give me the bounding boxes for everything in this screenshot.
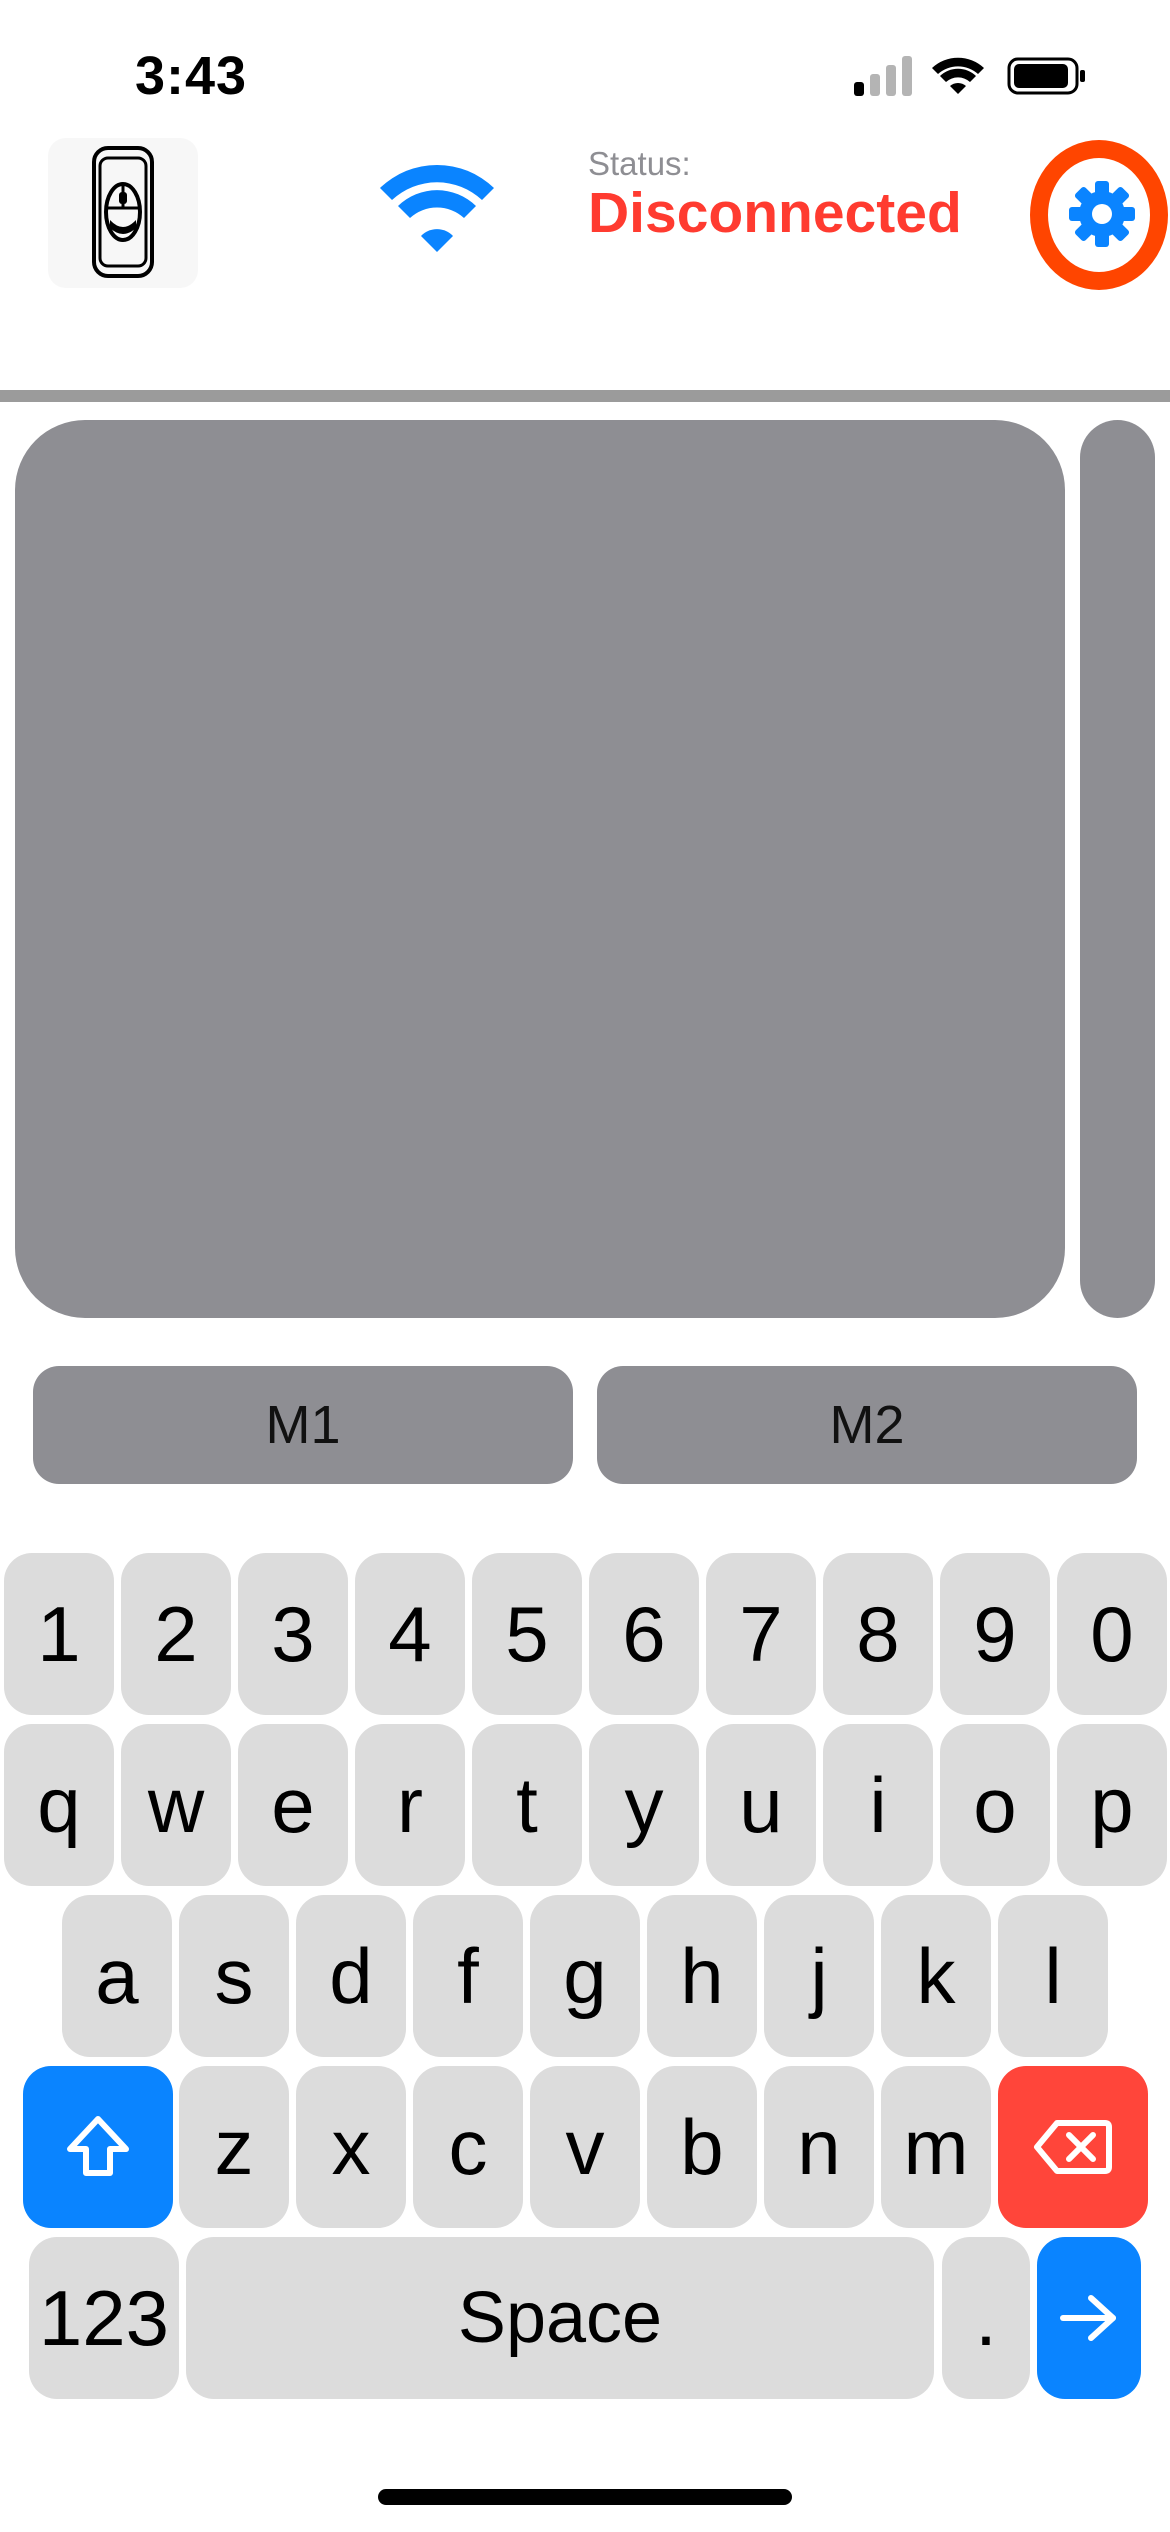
key-b[interactable]: b xyxy=(647,2066,757,2228)
key-m[interactable]: m xyxy=(881,2066,991,2228)
key-n[interactable]: n xyxy=(764,2066,874,2228)
status-bar-icons xyxy=(854,56,1085,96)
scroll-strip[interactable] xyxy=(1080,420,1155,1318)
period-key[interactable]: . xyxy=(942,2237,1030,2399)
keyboard-row-zxcv: z x c v b n m xyxy=(0,2066,1170,2228)
key-0[interactable]: 0 xyxy=(1057,1553,1167,1715)
key-4[interactable]: 4 xyxy=(355,1553,465,1715)
battery-icon xyxy=(1007,57,1085,95)
key-i[interactable]: i xyxy=(823,1724,933,1886)
wifi-status-icon xyxy=(932,57,984,94)
arrow-right-icon xyxy=(1060,2295,1116,2341)
key-9[interactable]: 9 xyxy=(940,1553,1050,1715)
key-v[interactable]: v xyxy=(530,2066,640,2228)
phone-mouse-logo-icon xyxy=(92,146,154,278)
home-indicator xyxy=(378,2489,792,2505)
gear-icon[interactable] xyxy=(1068,180,1136,248)
key-6[interactable]: 6 xyxy=(589,1553,699,1715)
key-x[interactable]: x xyxy=(296,2066,406,2228)
key-k[interactable]: k xyxy=(881,1895,991,2057)
delete-backspace-icon xyxy=(1034,2120,1112,2174)
key-l[interactable]: l xyxy=(998,1895,1108,2057)
key-g[interactable]: g xyxy=(530,1895,640,2057)
app-logo xyxy=(48,138,198,288)
key-w[interactable]: w xyxy=(121,1724,231,1886)
mouse-button-m2[interactable]: M2 xyxy=(597,1366,1137,1484)
key-s[interactable]: s xyxy=(179,1895,289,2057)
key-p[interactable]: p xyxy=(1057,1724,1167,1886)
space-key[interactable]: Space xyxy=(186,2237,934,2399)
key-f[interactable]: f xyxy=(413,1895,523,2057)
key-r[interactable]: r xyxy=(355,1724,465,1886)
return-key[interactable] xyxy=(1037,2237,1141,2399)
key-u[interactable]: u xyxy=(706,1724,816,1886)
key-8[interactable]: 8 xyxy=(823,1553,933,1715)
delete-key[interactable] xyxy=(998,2066,1148,2228)
shift-key[interactable] xyxy=(23,2066,173,2228)
numbers-key[interactable]: 123 xyxy=(29,2237,179,2399)
key-c[interactable]: c xyxy=(413,2066,523,2228)
key-e[interactable]: e xyxy=(238,1724,348,1886)
cellular-signal-icon xyxy=(854,56,912,96)
key-7[interactable]: 7 xyxy=(706,1553,816,1715)
key-a[interactable]: a xyxy=(62,1895,172,2057)
status-label: Status: xyxy=(588,145,691,182)
keyboard-row-numbers: 1 2 3 4 5 6 7 8 9 0 xyxy=(0,1553,1170,1715)
keyboard-row-qwerty: q w e r t y u i o p xyxy=(0,1724,1170,1886)
key-2[interactable]: 2 xyxy=(121,1553,231,1715)
key-o[interactable]: o xyxy=(940,1724,1050,1886)
key-d[interactable]: d xyxy=(296,1895,406,2057)
key-t[interactable]: t xyxy=(472,1724,582,1886)
wifi-icon[interactable] xyxy=(378,160,496,256)
shift-arrow-icon xyxy=(67,2116,129,2176)
key-q[interactable]: q xyxy=(4,1724,114,1886)
trackpad-area[interactable] xyxy=(15,420,1065,1318)
status-bar-time: 3:43 xyxy=(135,46,248,106)
key-z[interactable]: z xyxy=(179,2066,289,2228)
keyboard-row-asdf: a s d f g h j k l xyxy=(0,1895,1170,2057)
key-h[interactable]: h xyxy=(647,1895,757,2057)
key-j[interactable]: j xyxy=(764,1895,874,2057)
key-1[interactable]: 1 xyxy=(4,1553,114,1715)
mouse-button-m1[interactable]: M1 xyxy=(33,1366,573,1484)
header-divider xyxy=(0,390,1170,402)
connection-status: Disconnected xyxy=(588,181,962,245)
keyboard-row-bottom: 123 Space . xyxy=(0,2237,1170,2399)
key-3[interactable]: 3 xyxy=(238,1553,348,1715)
key-5[interactable]: 5 xyxy=(472,1553,582,1715)
key-y[interactable]: y xyxy=(589,1724,699,1886)
